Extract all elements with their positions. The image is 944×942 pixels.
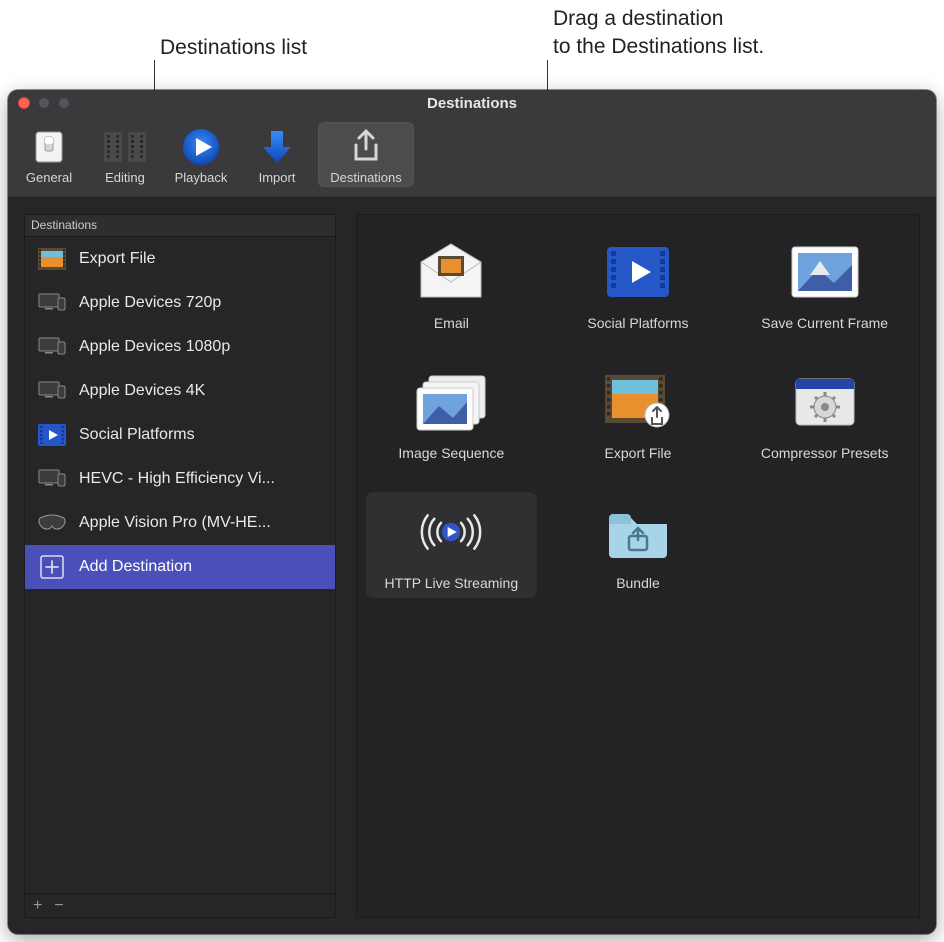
tab-label: Editing [105, 170, 145, 185]
tab-destinations[interactable]: Destinations [318, 122, 414, 187]
add-button[interactable]: + [33, 897, 42, 915]
tab-import[interactable]: Import [242, 122, 312, 187]
email-icon [411, 239, 491, 305]
preferences-window: Destinations General [8, 90, 936, 934]
tile-label: Bundle [616, 575, 660, 591]
tile-label: HTTP Live Streaming [385, 575, 519, 591]
share-icon [348, 126, 384, 168]
tab-label: Playback [175, 170, 228, 185]
vision-pro-icon [37, 510, 67, 536]
gallery-grid: Email Social Platforms [367, 233, 909, 597]
gallery-tile-social[interactable]: Social Platforms [554, 233, 723, 337]
sidebar-footer: + − [25, 893, 335, 917]
tab-editing[interactable]: Editing [90, 122, 160, 187]
sidebar-header: Destinations [25, 215, 335, 237]
list-item-export-file[interactable]: Export File [25, 237, 335, 281]
tab-general[interactable]: General [14, 122, 84, 187]
list-item-label: Add Destination [79, 558, 192, 576]
picture-icon [785, 239, 865, 305]
list-item-label: Export File [79, 250, 155, 268]
compressor-icon [785, 369, 865, 435]
content-area: Destinations Export File [8, 198, 936, 934]
list-item-label: Social Platforms [79, 426, 195, 444]
list-item-add-destination[interactable]: Add Destination [25, 545, 335, 589]
picture-stack-icon [411, 369, 491, 435]
toolbar: General Editing [8, 116, 936, 198]
list-item-social[interactable]: Social Platforms [25, 413, 335, 457]
list-item-hevc[interactable]: HEVC - High Efficiency Vi... [25, 457, 335, 501]
tab-playback[interactable]: Playback [166, 122, 236, 187]
filmstrip-cut-icon [100, 126, 150, 168]
gallery-tile-hls[interactable]: HTTP Live Streaming [367, 493, 536, 597]
list-item-apple-4k[interactable]: Apple Devices 4K [25, 369, 335, 413]
film-icon [37, 246, 67, 272]
titlebar: Destinations [8, 90, 936, 116]
list-item-label: Apple Devices 1080p [79, 338, 230, 356]
callout-gallery-label: Drag a destination to the Destinations l… [553, 5, 764, 62]
devices-icon [37, 334, 67, 360]
gallery-tile-export-file[interactable]: Export File [554, 363, 723, 467]
callout-sidebar-label: Destinations list [160, 34, 307, 62]
gallery-tile-email[interactable]: Email [367, 233, 536, 337]
list-item-label: Apple Devices 4K [79, 382, 205, 400]
play-icon [181, 126, 221, 168]
bundle-folder-icon [598, 499, 678, 565]
switch-icon [32, 126, 66, 168]
gallery-tile-bundle[interactable]: Bundle [554, 493, 723, 597]
tile-label: Export File [605, 445, 672, 461]
list-item-vision-pro[interactable]: Apple Vision Pro (MV-HE... [25, 501, 335, 545]
list-item-apple-720p[interactable]: Apple Devices 720p [25, 281, 335, 325]
list-item-apple-1080p[interactable]: Apple Devices 1080p [25, 325, 335, 369]
plus-box-icon [37, 554, 67, 580]
tile-label: Email [434, 315, 469, 331]
callout-text: Destinations list [160, 36, 307, 59]
callout-text-line-2: to the Destinations list. [553, 33, 764, 61]
devices-icon [37, 466, 67, 492]
tile-label: Compressor Presets [761, 445, 889, 461]
tile-label: Save Current Frame [761, 315, 888, 331]
callout-text-line-1: Drag a destination [553, 5, 764, 33]
remove-button[interactable]: − [54, 897, 63, 915]
window-title: Destinations [8, 95, 936, 112]
list-item-label: Apple Vision Pro (MV-HE... [79, 514, 271, 532]
gallery-tile-compressor[interactable]: Compressor Presets [740, 363, 909, 467]
devices-icon [37, 378, 67, 404]
tab-label: Destinations [330, 170, 402, 185]
video-play-icon [598, 239, 678, 305]
list-item-label: HEVC - High Efficiency Vi... [79, 470, 275, 488]
broadcast-icon [411, 499, 491, 565]
tile-label: Social Platforms [587, 315, 688, 331]
tab-label: General [26, 170, 72, 185]
tile-label: Image Sequence [398, 445, 504, 461]
tab-label: Import [259, 170, 296, 185]
destinations-sidebar: Destinations Export File [24, 214, 336, 918]
devices-icon [37, 290, 67, 316]
video-play-icon [37, 422, 67, 448]
destination-gallery: Email Social Platforms [356, 214, 920, 918]
arrow-down-icon [259, 126, 295, 168]
film-export-icon [598, 369, 678, 435]
list-item-label: Apple Devices 720p [79, 294, 221, 312]
destinations-list: Export File Apple Devices 720p [25, 237, 335, 893]
gallery-tile-image-sequence[interactable]: Image Sequence [367, 363, 536, 467]
gallery-tile-save-frame[interactable]: Save Current Frame [740, 233, 909, 337]
